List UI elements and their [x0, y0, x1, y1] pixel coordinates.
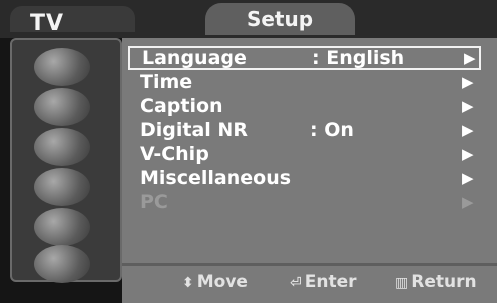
menu-item-label: Miscellaneous — [140, 167, 292, 189]
chevron-right-icon: ▶ — [462, 169, 474, 187]
up-down-arrow-icon: ⬍ — [182, 275, 194, 291]
chevron-right-icon: ▶ — [462, 97, 474, 115]
menu-title-tab: Setup — [205, 3, 355, 35]
menu-item-pc: PC ▶ — [122, 190, 497, 214]
menu-item-label: V-Chip — [140, 143, 209, 165]
button-hint-bar: ⬍ Move ⏎ Enter ▥ Return — [122, 263, 497, 303]
sound-icon[interactable] — [34, 88, 90, 126]
tv-label: TV — [30, 11, 65, 36]
menu-item-v-chip[interactable]: V-Chip ▶ — [122, 142, 497, 166]
menu-list: Language : English ▶ Time ▶ Caption ▶ Di… — [122, 46, 497, 214]
setup-menu-panel: Language : English ▶ Time ▶ Caption ▶ Di… — [122, 38, 497, 276]
chevron-right-icon: ▶ — [462, 193, 474, 211]
category-sidebar — [10, 38, 122, 283]
enter-hint: ⏎ Enter — [290, 272, 357, 292]
enter-hint-label: Enter — [304, 272, 357, 292]
tv-osd-screen: TV Setup Language : English ▶ Time ▶ Cap… — [0, 0, 497, 303]
menu-title: Setup — [246, 7, 314, 31]
chevron-right-icon: ▶ — [464, 49, 476, 67]
menu-item-value: : English — [312, 47, 405, 69]
menu-item-caption[interactable]: Caption ▶ — [122, 94, 497, 118]
top-bar: TV Setup — [0, 0, 497, 38]
input-icon[interactable] — [34, 208, 90, 246]
menu-item-digital-nr[interactable]: Digital NR : On ▶ — [122, 118, 497, 142]
menu-item-time[interactable]: Time ▶ — [122, 70, 497, 94]
move-hint-label: Move — [196, 272, 248, 292]
menu-item-label: Language — [142, 47, 247, 69]
digital-icon[interactable] — [34, 245, 90, 283]
menu-item-value: : On — [310, 119, 354, 141]
menu-item-label: Time — [140, 71, 193, 93]
menu-item-label: Digital NR — [140, 119, 248, 141]
chevron-right-icon: ▶ — [462, 121, 474, 139]
menu-item-miscellaneous[interactable]: Miscellaneous ▶ — [122, 166, 497, 190]
move-hint: ⬍ Move — [182, 272, 248, 292]
menu-item-language[interactable]: Language : English ▶ — [128, 46, 481, 70]
tv-tab: TV — [10, 6, 135, 36]
setup-icon[interactable] — [34, 168, 90, 206]
menu-item-label: Caption — [140, 95, 223, 117]
chevron-right-icon: ▶ — [462, 73, 474, 91]
return-hint: ▥ Return — [395, 272, 477, 292]
menu-item-label: PC — [140, 191, 168, 213]
picture-icon[interactable] — [34, 48, 90, 86]
channel-icon[interactable] — [34, 128, 90, 166]
chevron-right-icon: ▶ — [462, 145, 474, 163]
enter-icon: ⏎ — [290, 275, 302, 291]
return-hint-label: Return — [411, 272, 477, 292]
return-icon: ▥ — [395, 275, 409, 291]
